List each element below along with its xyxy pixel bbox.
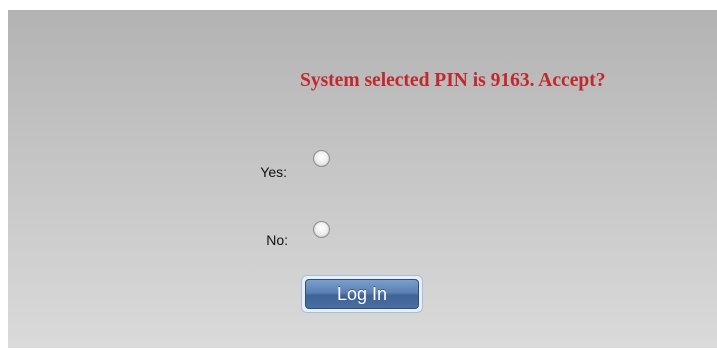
yes-label: Yes:	[260, 164, 287, 180]
login-button-label: Log In	[305, 279, 419, 309]
login-button[interactable]: Log In	[301, 275, 423, 313]
pin-confirmation-panel: System selected PIN is 9163. Accept? Yes…	[8, 10, 717, 348]
no-label: No:	[266, 232, 288, 248]
yes-radio-button[interactable]	[313, 150, 330, 167]
no-radio-button[interactable]	[313, 221, 330, 238]
pin-prompt-text: System selected PIN is 9163. Accept?	[300, 70, 606, 91]
